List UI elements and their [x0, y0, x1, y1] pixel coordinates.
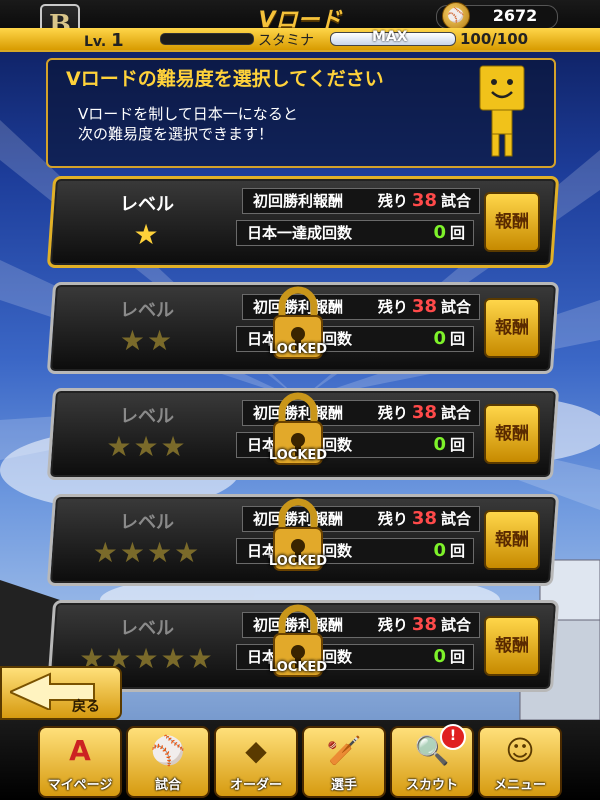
coin-icon: ⚾	[442, 2, 470, 30]
nav-3[interactable]: ◆ オーダー	[214, 726, 298, 798]
nav-1[interactable]: A マイページ	[38, 726, 122, 798]
player-icon: 🏏	[326, 734, 362, 767]
remaining-unit: 試合	[440, 404, 471, 422]
achieve-label: 日本一達成回数	[247, 224, 353, 242]
nav-label: メニュー	[493, 778, 546, 793]
achieve-unit: 回	[449, 436, 465, 454]
remaining-label: 残り	[377, 404, 408, 422]
achieve-unit: 回	[449, 648, 465, 666]
remaining-unit: 試合	[440, 616, 471, 634]
exp-bar	[160, 33, 254, 45]
level-value: 1	[111, 30, 124, 51]
achieve-value: 0回	[433, 433, 465, 457]
first-win-reward-cell: 初回勝利報酬 残り 38 試合	[242, 188, 480, 214]
remaining-label: 残り	[377, 192, 408, 210]
achieve-unit: 回	[449, 330, 465, 348]
remaining-count: 38	[411, 614, 437, 635]
remaining-count: 38	[411, 508, 437, 529]
locked-label: LOCKED	[268, 554, 328, 569]
back-button[interactable]	[0, 666, 122, 720]
achieve-count: 0	[433, 222, 446, 243]
achieve-value: 0回	[433, 645, 465, 669]
locked-label: LOCKED	[268, 660, 328, 675]
level-label: レベル	[120, 618, 174, 639]
player-level: Lv. 1	[84, 30, 124, 51]
remaining-count: 38	[411, 190, 437, 211]
level-prefix: Lv.	[84, 34, 107, 50]
instruction-text: Vロードを制して日本一になると 次の難易度を選択できます！	[78, 105, 298, 143]
remaining-games: 残り 38 試合	[378, 401, 471, 425]
reward-button[interactable]: 報酬	[484, 510, 540, 570]
championship-count-cell: 日本一達成回数 0回	[236, 220, 474, 246]
achieve-value: 0回	[433, 539, 465, 563]
achieve-count: 0	[433, 328, 446, 349]
remaining-unit: 試合	[440, 510, 471, 528]
reward-title: 初回勝利報酬	[253, 192, 344, 210]
menu-mascot-icon: ☺	[505, 734, 535, 767]
stamina-value: 100/100	[460, 30, 529, 48]
level-label: レベル	[120, 194, 174, 215]
star-rating: ★★★	[106, 430, 188, 463]
nav-label: 選手	[330, 778, 357, 793]
mypage-a-icon: A	[69, 734, 91, 767]
reward-button[interactable]: 報酬	[484, 404, 540, 464]
nav-2[interactable]: ⚾ 試合	[126, 726, 210, 798]
locked-label: LOCKED	[268, 342, 328, 357]
nav-label: 試合	[154, 778, 181, 793]
nav-4[interactable]: 🏏 選手	[302, 726, 386, 798]
instruction-title: Vロードの難易度を選択してください	[66, 68, 384, 90]
achieve-value: 0回	[433, 327, 465, 351]
achieve-unit: 回	[449, 224, 465, 242]
remaining-games: 残り 38 試合	[378, 507, 471, 531]
achieve-unit: 回	[449, 542, 465, 560]
remaining-games: 残り 38 試合	[378, 189, 471, 213]
remaining-count: 38	[411, 402, 437, 423]
scout-alert-badge: !	[440, 724, 466, 750]
level-label: レベル	[120, 512, 174, 533]
stamina-max: MAX	[372, 29, 408, 45]
achieve-count: 0	[433, 434, 446, 455]
remaining-label: 残り	[377, 298, 408, 316]
nav-6[interactable]: ☺ メニュー	[478, 726, 562, 798]
mascot-icon	[479, 65, 525, 157]
diamond-icon: ◆	[245, 734, 267, 767]
reward-button[interactable]: 報酬	[484, 616, 540, 676]
level-label: レベル	[120, 406, 174, 427]
locked-label: LOCKED	[268, 448, 328, 463]
star-rating: ★★	[119, 324, 175, 357]
achieve-count: 0	[433, 540, 446, 561]
achieve-value: 0回	[433, 221, 465, 245]
remaining-label: 残り	[377, 510, 408, 528]
reward-button[interactable]: 報酬	[484, 298, 540, 358]
remaining-games: 残り 38 試合	[378, 613, 471, 637]
star-rating: ★★★★	[92, 536, 202, 569]
remaining-count: 38	[411, 296, 437, 317]
remaining-games: 残り 38 試合	[378, 295, 471, 319]
back-label: 戻る	[72, 699, 100, 715]
star-rating: ★	[133, 218, 161, 251]
reward-button[interactable]: 報酬	[484, 192, 540, 252]
remaining-label: 残り	[377, 616, 408, 634]
nav-label: オーダー	[229, 778, 282, 793]
remaining-unit: 試合	[440, 192, 471, 210]
coin-count: 2672	[492, 6, 538, 25]
level-label: レベル	[120, 300, 174, 321]
nav-label: スカウト	[405, 778, 458, 793]
stamina-label: スタミナ	[258, 33, 314, 49]
remaining-unit: 試合	[440, 298, 471, 316]
achieve-count: 0	[433, 646, 446, 667]
nav-label: マイページ	[47, 778, 113, 793]
field-icon: ⚾	[150, 734, 186, 767]
